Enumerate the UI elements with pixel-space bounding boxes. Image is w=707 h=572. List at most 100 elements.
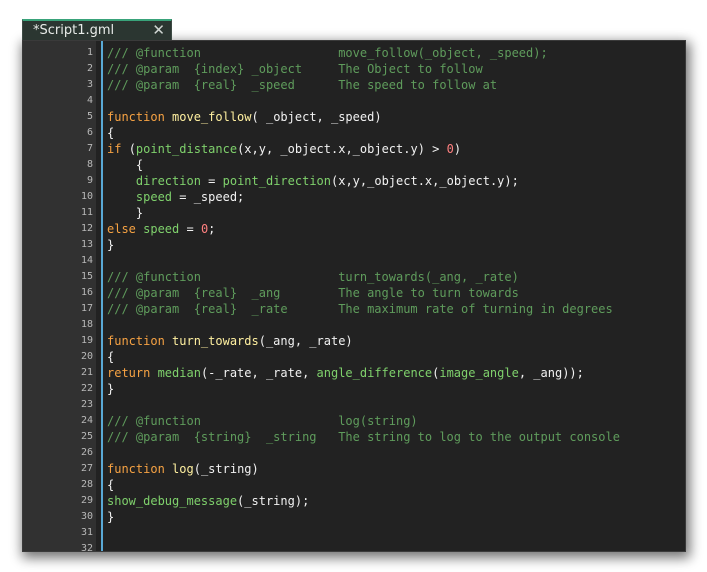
- code-token: point_distance: [135, 142, 238, 156]
- code-token: {: [107, 158, 144, 172]
- code-line[interactable]: 15 /// @function turn_towards(_ang, _rate…: [23, 269, 685, 285]
- code-line[interactable]: 4: [23, 93, 685, 109]
- code-text[interactable]: }: [107, 237, 114, 253]
- code-text[interactable]: }: [107, 381, 114, 397]
- code-token: if: [107, 142, 129, 156]
- code-line[interactable]: 24 /// @function log(string): [23, 413, 685, 429]
- code-line[interactable]: 9 direction = point_direction(x,y,_objec…: [23, 173, 685, 189]
- code-editor[interactable]: 1 /// @function move_follow(_object, _spe…: [22, 40, 686, 552]
- code-text[interactable]: /// @param {real} _ang The angle to turn…: [107, 285, 519, 301]
- code-line[interactable]: 29 show_debug_message(_string);: [23, 493, 685, 509]
- code-text[interactable]: /// @param {string} _string The string t…: [107, 429, 620, 445]
- code-line[interactable]: 28 {: [23, 477, 685, 493]
- code-line[interactable]: 30}: [23, 509, 685, 525]
- code-token: }: [107, 238, 115, 252]
- line-number: 19: [80, 335, 93, 346]
- line-number: 15: [80, 271, 93, 282]
- code-text[interactable]: {: [107, 125, 114, 141]
- line-number: 6: [86, 127, 93, 138]
- code-line[interactable]: 21 return median(-_rate, _rate, angle_dif…: [23, 365, 685, 381]
- code-token: else: [107, 222, 144, 236]
- code-line[interactable]: 18: [23, 317, 685, 333]
- line-number: 8: [86, 159, 93, 170]
- code-line[interactable]: 27 function log(_string): [23, 461, 685, 477]
- code-line[interactable]: 12 else speed = 0;: [23, 221, 685, 237]
- code-token: function: [107, 110, 173, 124]
- code-text[interactable]: function log(_string): [107, 461, 259, 477]
- code-token: /// @function log(string): [107, 414, 418, 428]
- code-token: }: [107, 382, 115, 396]
- code-token: show_debug_message: [107, 494, 238, 508]
- code-token: (: [128, 142, 136, 156]
- code-text[interactable]: {: [107, 349, 114, 365]
- code-line[interactable]: 22}: [23, 381, 685, 397]
- code-text[interactable]: /// @param {real} _rate The maximum rate…: [107, 301, 613, 317]
- code-text[interactable]: }: [107, 509, 114, 525]
- line-number: 5: [86, 111, 93, 122]
- code-line[interactable]: 6{: [23, 125, 685, 141]
- line-number: 25: [80, 431, 93, 442]
- code-line[interactable]: 7 if (point_distance(x,y, _object.x,_obje…: [23, 141, 685, 157]
- code-token: ;: [208, 222, 216, 236]
- code-token: (_ang, _rate): [258, 334, 353, 348]
- code-line[interactable]: 13}: [23, 237, 685, 253]
- code-text[interactable]: else speed = 0;: [107, 221, 215, 237]
- code-text[interactable]: show_debug_message(_string);: [107, 493, 309, 509]
- code-token: {: [107, 478, 115, 492]
- code-token: speed: [143, 222, 180, 236]
- code-line[interactable]: 23: [23, 397, 685, 413]
- code-text[interactable]: speed = _speed;: [107, 189, 244, 205]
- code-text[interactable]: /// @function turn_towards(_ang, _rate): [107, 269, 519, 285]
- code-token: 0: [446, 142, 454, 156]
- code-token: (x,y,_object.x,_object.y);: [331, 174, 519, 188]
- code-lines[interactable]: 1 /// @function move_follow(_object, _spe…: [23, 45, 685, 552]
- code-text[interactable]: /// @function move_follow(_object, _spee…: [107, 45, 548, 61]
- code-line[interactable]: 20 {: [23, 349, 685, 365]
- code-text[interactable]: return median(-_rate, _rate, angle_diffe…: [107, 365, 584, 381]
- code-line[interactable]: 19 function turn_towards(_ang, _rate): [23, 333, 685, 349]
- line-number: 9: [86, 175, 93, 186]
- code-line[interactable]: 16 /// @param {real} _ang The angle to tu…: [23, 285, 685, 301]
- code-line[interactable]: 1 /// @function move_follow(_object, _spe…: [23, 45, 685, 61]
- line-number: 26: [80, 447, 93, 458]
- code-text[interactable]: /// @param {index} _object The Object to…: [107, 61, 483, 77]
- code-text[interactable]: /// @function log(string): [107, 413, 418, 429]
- code-line[interactable]: 2 /// @param {index} _object The Object t…: [23, 61, 685, 77]
- code-line[interactable]: 14: [23, 253, 685, 269]
- code-line[interactable]: 10 speed = _speed;: [23, 189, 685, 205]
- code-text[interactable]: }: [107, 205, 143, 221]
- code-token: /// @function turn_towards(_ang, _rate): [107, 270, 519, 284]
- code-line[interactable]: 32: [23, 541, 685, 552]
- code-text[interactable]: function move_follow( _object, _speed): [107, 109, 382, 125]
- tab-title: *Script1.gml: [33, 23, 115, 38]
- code-line[interactable]: 25 /// @param {string} _string The string…: [23, 429, 685, 445]
- code-line[interactable]: 11 }: [23, 205, 685, 221]
- code-token: =: [200, 174, 223, 188]
- tab-script1[interactable]: *Script1.gml ✕: [22, 19, 172, 41]
- line-number: 32: [80, 543, 93, 552]
- code-token: speed: [135, 190, 173, 204]
- code-line[interactable]: 31: [23, 525, 685, 541]
- code-token: angle_difference: [316, 366, 433, 380]
- code-line[interactable]: 17 /// @param {real} _rate The maximum ra…: [23, 301, 685, 317]
- line-number: 28: [80, 479, 93, 490]
- code-text[interactable]: if (point_distance(x,y, _object.x,_objec…: [107, 141, 461, 157]
- code-line[interactable]: 26: [23, 445, 685, 461]
- code-token: median: [157, 366, 201, 380]
- line-number: 13: [80, 239, 93, 250]
- line-number: 23: [80, 399, 93, 410]
- code-text[interactable]: {: [107, 157, 143, 173]
- code-line[interactable]: 8 {: [23, 157, 685, 173]
- code-token: function: [107, 462, 173, 476]
- code-text[interactable]: /// @param {real} _speed The speed to fo…: [107, 77, 497, 93]
- code-text[interactable]: {: [107, 477, 114, 493]
- code-token: = _speed;: [172, 190, 245, 204]
- code-token: direction: [135, 174, 201, 188]
- code-line[interactable]: 5 function move_follow( _object, _speed): [23, 109, 685, 125]
- code-line[interactable]: 3 /// @param {real} _speed The speed to f…: [23, 77, 685, 93]
- line-number: 16: [80, 287, 93, 298]
- close-icon[interactable]: ✕: [152, 21, 165, 39]
- code-text[interactable]: direction = point_direction(x,y,_object.…: [107, 173, 519, 189]
- code-text[interactable]: function turn_towards(_ang, _rate): [107, 333, 353, 349]
